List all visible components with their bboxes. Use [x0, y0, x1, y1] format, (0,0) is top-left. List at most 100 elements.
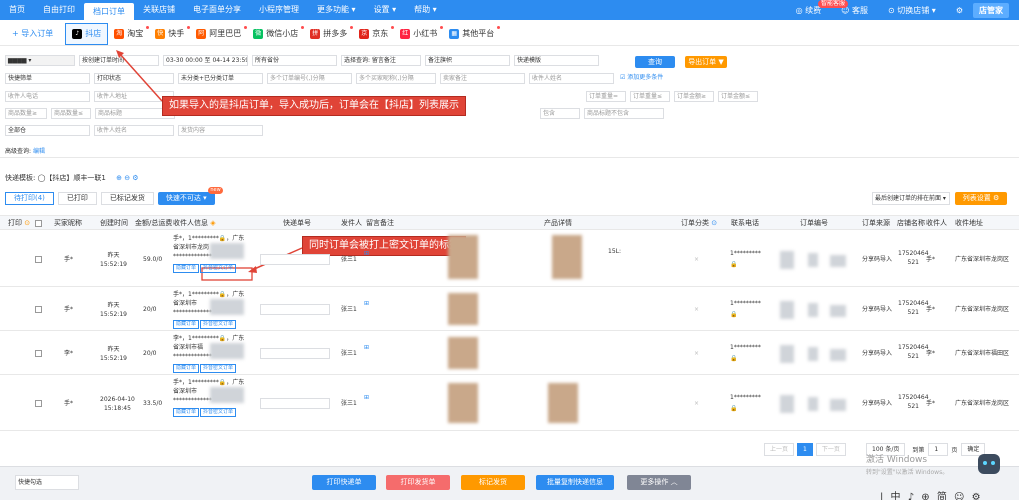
amount-le-input[interactable]: 订单金额≤: [718, 91, 758, 102]
platform-tab-4[interactable]: 微微信小店: [247, 23, 305, 45]
quick-select-dropdown[interactable]: 快捷勾选: [15, 475, 79, 490]
tracking-number-input[interactable]: [260, 304, 330, 315]
add-template-icon[interactable]: ⊕ ⊖ ⚙: [116, 174, 138, 182]
notice-icon[interactable]: ⚙: [956, 6, 963, 15]
province-select[interactable]: 所有省份: [252, 55, 337, 66]
assistant-robot-icon[interactable]: [978, 454, 1000, 474]
row-checkbox[interactable]: [35, 400, 42, 407]
category-clear-icon[interactable]: ×: [694, 399, 699, 408]
nav-help[interactable]: 帮助 ▾: [405, 0, 446, 20]
query-button[interactable]: 查询: [635, 56, 675, 68]
bottom-button-4[interactable]: 更多操作 ︿: [627, 475, 691, 490]
export-orders-button[interactable]: 导出订单 ▼: [685, 56, 727, 68]
tab-marked-shipped[interactable]: 已标记发货: [100, 192, 154, 205]
hidden-order-tag[interactable]: 隐藏订单: [173, 364, 200, 373]
bottom-button-0[interactable]: 打印快递单: [312, 475, 376, 490]
table-row[interactable]: 手* 昨天 15:52:19 20/0 手*，1*********🔒，广东 省深圳市 **…: [0, 287, 1019, 331]
sort-select[interactable]: 最后创建订单的排在前面 ▾: [872, 192, 950, 205]
tab-to-print[interactable]: 待打印(4): [5, 192, 54, 205]
product-image[interactable]: [448, 235, 478, 279]
hidden-order-tag[interactable]: 隐藏订单: [173, 408, 200, 417]
nav-more[interactable]: 更多功能 ▾: [308, 0, 365, 20]
edit-remark-icon[interactable]: ⊞: [364, 343, 369, 352]
nav-settings[interactable]: 设置 ▾: [365, 0, 406, 20]
platform-tab-2[interactable]: 快快手: [149, 23, 191, 45]
nav-home[interactable]: 首页: [0, 0, 34, 20]
product-image[interactable]: [448, 293, 478, 325]
next-page-button[interactable]: 下一页: [815, 443, 846, 456]
order-ids-input[interactable]: 多个订单编号(,)分隔: [267, 73, 352, 84]
warehouse-select[interactable]: 全部仓: [5, 125, 90, 136]
bottom-button-2[interactable]: 标记发货: [461, 475, 525, 490]
quick-filter-select[interactable]: 快捷筛单: [5, 73, 90, 84]
cipher-order-tag[interactable]: 抖音密文订单: [200, 364, 237, 373]
row-checkbox[interactable]: [35, 256, 42, 263]
bottom-button-3[interactable]: 批量复制快递信息: [536, 475, 614, 490]
add-condition-link[interactable]: ☑ 添加更多条件: [618, 73, 688, 84]
platform-tab-7[interactable]: 红小红书: [394, 23, 444, 45]
contains-input[interactable]: 包含: [540, 108, 580, 119]
tracking-number-input[interactable]: [260, 348, 330, 359]
platform-tab-3[interactable]: 阿阿里巴巴: [190, 23, 248, 45]
list-setting-button[interactable]: 列表设置 ⚙: [955, 192, 1007, 205]
recipient-name-input[interactable]: 收件人姓名: [529, 73, 614, 84]
cipher-order-tag[interactable]: 抖音密文订单: [200, 320, 237, 329]
nav-linked-shops[interactable]: 关联店铺: [134, 0, 184, 20]
table-row[interactable]: 手* 昨天 15:52:19 59.0/0 手*，1*********🔒，广东 省深圳市…: [0, 231, 1019, 287]
nav-miniprogram[interactable]: 小程序管理: [250, 0, 308, 20]
tab-printed[interactable]: 已打印: [57, 192, 97, 205]
nav-stall-orders[interactable]: 档口订单: [84, 3, 134, 20]
qty-le-input[interactable]: 商品数量≤: [51, 108, 91, 119]
row-checkbox[interactable]: [35, 350, 42, 357]
weight-le-input[interactable]: 订单重量≤: [630, 91, 670, 102]
edit-remark-icon[interactable]: ⊞: [364, 299, 369, 308]
product-image[interactable]: [552, 235, 582, 279]
buyer-nicks-input[interactable]: 多个买家昵称(,)分隔: [356, 73, 436, 84]
express-value[interactable]: ◯【抖店】顺丰一联1: [38, 174, 106, 182]
nav-free-print[interactable]: 自由打印: [34, 0, 84, 20]
edit-remark-icon[interactable]: ⊞: [364, 249, 369, 258]
weight-eq-input[interactable]: 订单重量=: [586, 91, 626, 102]
product-image[interactable]: [448, 337, 478, 369]
product-image[interactable]: [448, 383, 478, 423]
prev-page-button[interactable]: 上一页: [764, 443, 795, 456]
category-select[interactable]: 未分类+已分类订单: [178, 73, 263, 84]
hidden-order-tag[interactable]: 隐藏订单: [173, 320, 200, 329]
seller-remark-input[interactable]: 卖家备注: [440, 73, 525, 84]
ship-content-input[interactable]: 发货内容: [178, 125, 263, 136]
category-clear-icon[interactable]: ×: [694, 349, 699, 358]
hidden-order-tag[interactable]: 隐藏订单: [173, 264, 200, 273]
print-status-select[interactable]: 打印状态: [94, 73, 174, 84]
edit-remark-icon[interactable]: ⊞: [364, 393, 369, 402]
bottom-button-1[interactable]: 打印发货单: [386, 475, 450, 490]
shop-select[interactable]: ▆▆▆▆ ▾: [5, 55, 75, 66]
title-exclude-input[interactable]: 商品标题不包含: [584, 108, 664, 119]
page-1-button[interactable]: 1: [797, 443, 813, 456]
recipient-phone-input[interactable]: 收件人电话: [5, 91, 90, 102]
platform-tab-0[interactable]: ♪ 抖店: [65, 22, 109, 45]
qty-ge-input[interactable]: 商品数量≥: [5, 108, 47, 119]
platform-tab-5[interactable]: 拼拼多多: [304, 23, 354, 45]
remark-query-select[interactable]: 选择查询: 留言备注: [341, 55, 421, 66]
recipient-name-input-2[interactable]: 收件人姓名: [94, 125, 174, 136]
date-range-input[interactable]: 03-30 00:00 至 04-14 23:59: [163, 55, 248, 66]
page-input[interactable]: 1: [928, 443, 949, 456]
print-help-icon[interactable]: ⊙: [24, 219, 30, 227]
category-help-icon[interactable]: ⊙: [711, 219, 717, 227]
platform-tab-1[interactable]: 淘淘宝: [108, 23, 150, 45]
table-row[interactable]: 手* 2026-04-10 15:18:45 33.5/0 手*，1*********…: [0, 375, 1019, 431]
quick-send-button[interactable]: 快速不可达 ▾ new: [157, 187, 223, 205]
amount-ge-input[interactable]: 订单金额≥: [674, 91, 714, 102]
flag-select[interactable]: 备注旗帜: [425, 55, 510, 66]
category-clear-icon[interactable]: ×: [694, 305, 699, 314]
table-row[interactable]: 李* 昨天 15:52:19 20/0 李*，1*********🔒，广东 省深圳市福 *…: [0, 331, 1019, 375]
category-clear-icon[interactable]: ×: [694, 255, 699, 264]
platform-tab-6[interactable]: 京京东: [353, 23, 395, 45]
platform-tab-8[interactable]: ▦ 其他平台: [443, 23, 501, 45]
tracking-number-input[interactable]: [260, 398, 330, 409]
row-checkbox[interactable]: [35, 306, 42, 313]
time-type-select[interactable]: 按创建订单时间: [79, 55, 159, 66]
select-all-checkbox[interactable]: [35, 220, 42, 227]
switch-shop-link[interactable]: ⊙ 切换店铺 ▾: [888, 5, 946, 16]
cipher-order-tag[interactable]: 抖音密文订单: [200, 408, 237, 417]
